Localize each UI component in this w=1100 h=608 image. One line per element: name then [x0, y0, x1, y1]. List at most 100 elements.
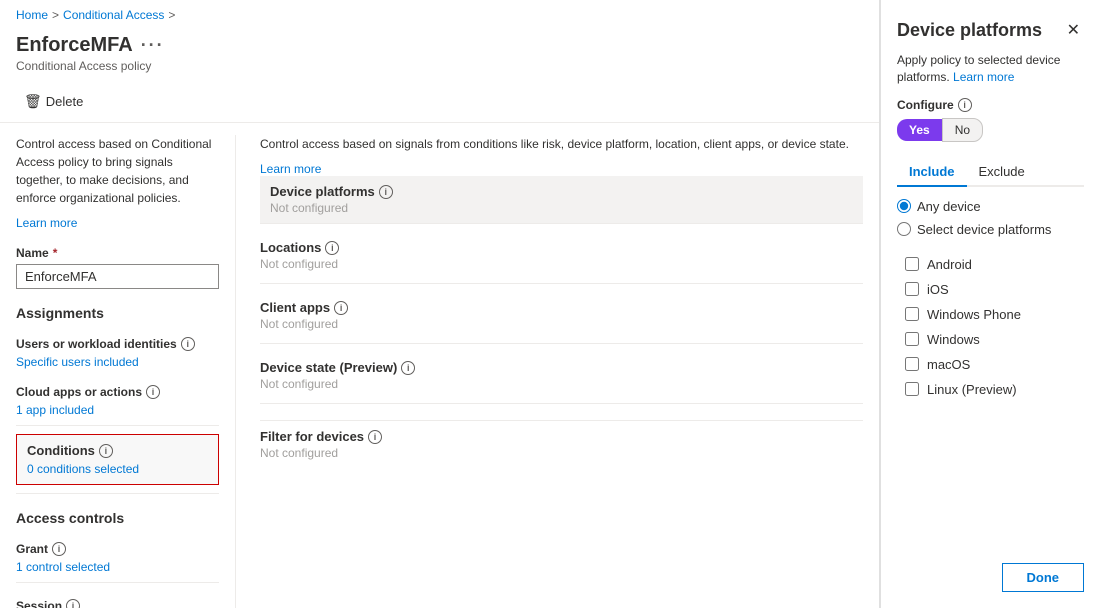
configure-info-icon[interactable]: i — [958, 98, 972, 112]
users-label: Users or workload identities i — [16, 337, 219, 351]
conditions-info-icon[interactable]: i — [99, 444, 113, 458]
session-label: Session i — [16, 599, 219, 608]
linux-label: Linux (Preview) — [927, 382, 1017, 397]
radio-group: Any device Select device platforms — [897, 199, 1084, 245]
checkbox-ios[interactable]: iOS — [905, 282, 1084, 297]
side-panel: Device platforms ✕ Apply policy to selec… — [880, 0, 1100, 608]
conditions-box[interactable]: Conditions i 0 conditions selected — [16, 434, 219, 485]
configure-toggle: Yes No — [897, 118, 1084, 142]
client-apps-title: Client apps i — [260, 300, 863, 315]
macos-checkbox[interactable] — [905, 357, 919, 371]
grant-info-icon[interactable]: i — [52, 542, 66, 556]
cloud-info-icon[interactable]: i — [146, 385, 160, 399]
checkbox-windows[interactable]: Windows — [905, 332, 1084, 347]
conditions-title: Conditions i — [27, 443, 208, 458]
ios-checkbox[interactable] — [905, 282, 919, 296]
session-info-icon[interactable]: i — [66, 599, 80, 608]
radio-any-device[interactable]: Any device — [897, 199, 1084, 214]
page-header: EnforceMFA ··· Conditional Access policy — [0, 30, 879, 81]
breadcrumb: Home > Conditional Access > — [0, 0, 879, 30]
radio-select-input[interactable] — [897, 222, 911, 236]
right-learn-more[interactable]: Learn more — [260, 162, 321, 176]
checkbox-windows-phone[interactable]: Windows Phone — [905, 307, 1084, 322]
users-value[interactable]: Specific users included — [16, 355, 219, 369]
device-platforms-info-icon[interactable]: i — [379, 185, 393, 199]
page-title-text: EnforceMFA — [16, 34, 133, 57]
left-learn-more[interactable]: Learn more — [16, 216, 77, 230]
android-label: Android — [927, 257, 972, 272]
grant-label: Grant i — [16, 542, 219, 556]
locations-title: Locations i — [260, 240, 863, 255]
more-options-icon[interactable]: ··· — [141, 35, 165, 56]
delete-button[interactable]: 🗑 Delete — [16, 89, 91, 114]
toggle-yes-button[interactable]: Yes — [897, 119, 942, 141]
toolbar: 🗑 Delete — [0, 81, 879, 123]
delete-label: Delete — [46, 94, 84, 109]
panel-footer: Done — [897, 551, 1084, 592]
client-apps-value: Not configured — [260, 317, 863, 331]
cloud-value[interactable]: 1 app included — [16, 403, 219, 417]
assignments-title: Assignments — [16, 305, 219, 321]
device-state-info-icon[interactable]: i — [401, 361, 415, 375]
grant-value[interactable]: 1 control selected — [16, 560, 219, 574]
conditions-value: 0 conditions selected — [27, 462, 208, 476]
done-button[interactable]: Done — [1002, 563, 1085, 592]
users-info-icon[interactable]: i — [181, 337, 195, 351]
right-desc: Control access based on signals from con… — [260, 135, 863, 153]
locations-item[interactable]: Locations i Not configured — [260, 240, 863, 284]
filter-value: Not configured — [260, 446, 863, 460]
windows-checkbox[interactable] — [905, 332, 919, 346]
windows-phone-label: Windows Phone — [927, 307, 1021, 322]
breadcrumb-sep1: > — [52, 8, 59, 22]
device-state-title: Device state (Preview) i — [260, 360, 863, 375]
breadcrumb-sep2: > — [168, 8, 175, 22]
ios-label: iOS — [927, 282, 949, 297]
page-subtitle: Conditional Access policy — [16, 59, 863, 73]
radio-select-label: Select device platforms — [917, 222, 1051, 237]
close-button[interactable]: ✕ — [1063, 16, 1084, 44]
tab-row: Include Exclude — [897, 158, 1084, 187]
device-platforms-title: Device platforms i — [270, 184, 853, 199]
windows-label: Windows — [927, 332, 980, 347]
tab-include[interactable]: Include — [897, 158, 967, 187]
panel-learn-more[interactable]: Learn more — [953, 70, 1014, 84]
configure-label: Configure i — [897, 98, 1084, 112]
left-column: Control access based on Conditional Acce… — [16, 135, 236, 608]
filter-title: Filter for devices i — [260, 429, 863, 444]
linux-checkbox[interactable] — [905, 382, 919, 396]
radio-any-input[interactable] — [897, 199, 911, 213]
breadcrumb-home[interactable]: Home — [16, 8, 48, 22]
panel-header: Device platforms ✕ — [897, 16, 1084, 44]
radio-any-label: Any device — [917, 199, 981, 214]
toggle-no-button[interactable]: No — [942, 118, 983, 142]
device-state-value: Not configured — [260, 377, 863, 391]
platform-checkboxes: Android iOS Windows Phone Windows macOS … — [905, 257, 1084, 407]
device-state-item[interactable]: Device state (Preview) i Not configured — [260, 360, 863, 404]
right-column: Control access based on signals from con… — [236, 135, 863, 608]
name-label: Name * — [16, 246, 219, 260]
panel-title: Device platforms — [897, 20, 1042, 41]
name-input[interactable] — [16, 264, 219, 289]
tab-exclude[interactable]: Exclude — [967, 158, 1037, 187]
checkbox-android[interactable]: Android — [905, 257, 1084, 272]
filter-item[interactable]: Filter for devices i Not configured — [260, 429, 863, 472]
windows-phone-checkbox[interactable] — [905, 307, 919, 321]
cloud-label: Cloud apps or actions i — [16, 385, 219, 399]
locations-value: Not configured — [260, 257, 863, 271]
panel-desc: Apply policy to selected device platform… — [897, 52, 1084, 86]
device-platforms-item[interactable]: Device platforms i Not configured — [260, 176, 863, 224]
android-checkbox[interactable] — [905, 257, 919, 271]
client-apps-info-icon[interactable]: i — [334, 301, 348, 315]
checkbox-macos[interactable]: macOS — [905, 357, 1084, 372]
left-desc: Control access based on Conditional Acce… — [16, 135, 219, 207]
main-body: Control access based on Conditional Acce… — [0, 123, 879, 608]
trash-icon: 🗑 — [24, 93, 42, 110]
breadcrumb-conditional-access[interactable]: Conditional Access — [63, 8, 164, 22]
client-apps-item[interactable]: Client apps i Not configured — [260, 300, 863, 344]
macos-label: macOS — [927, 357, 970, 372]
locations-info-icon[interactable]: i — [325, 241, 339, 255]
access-controls-title: Access controls — [16, 510, 219, 526]
radio-select-platforms[interactable]: Select device platforms — [897, 222, 1084, 237]
checkbox-linux[interactable]: Linux (Preview) — [905, 382, 1084, 397]
filter-info-icon[interactable]: i — [368, 430, 382, 444]
